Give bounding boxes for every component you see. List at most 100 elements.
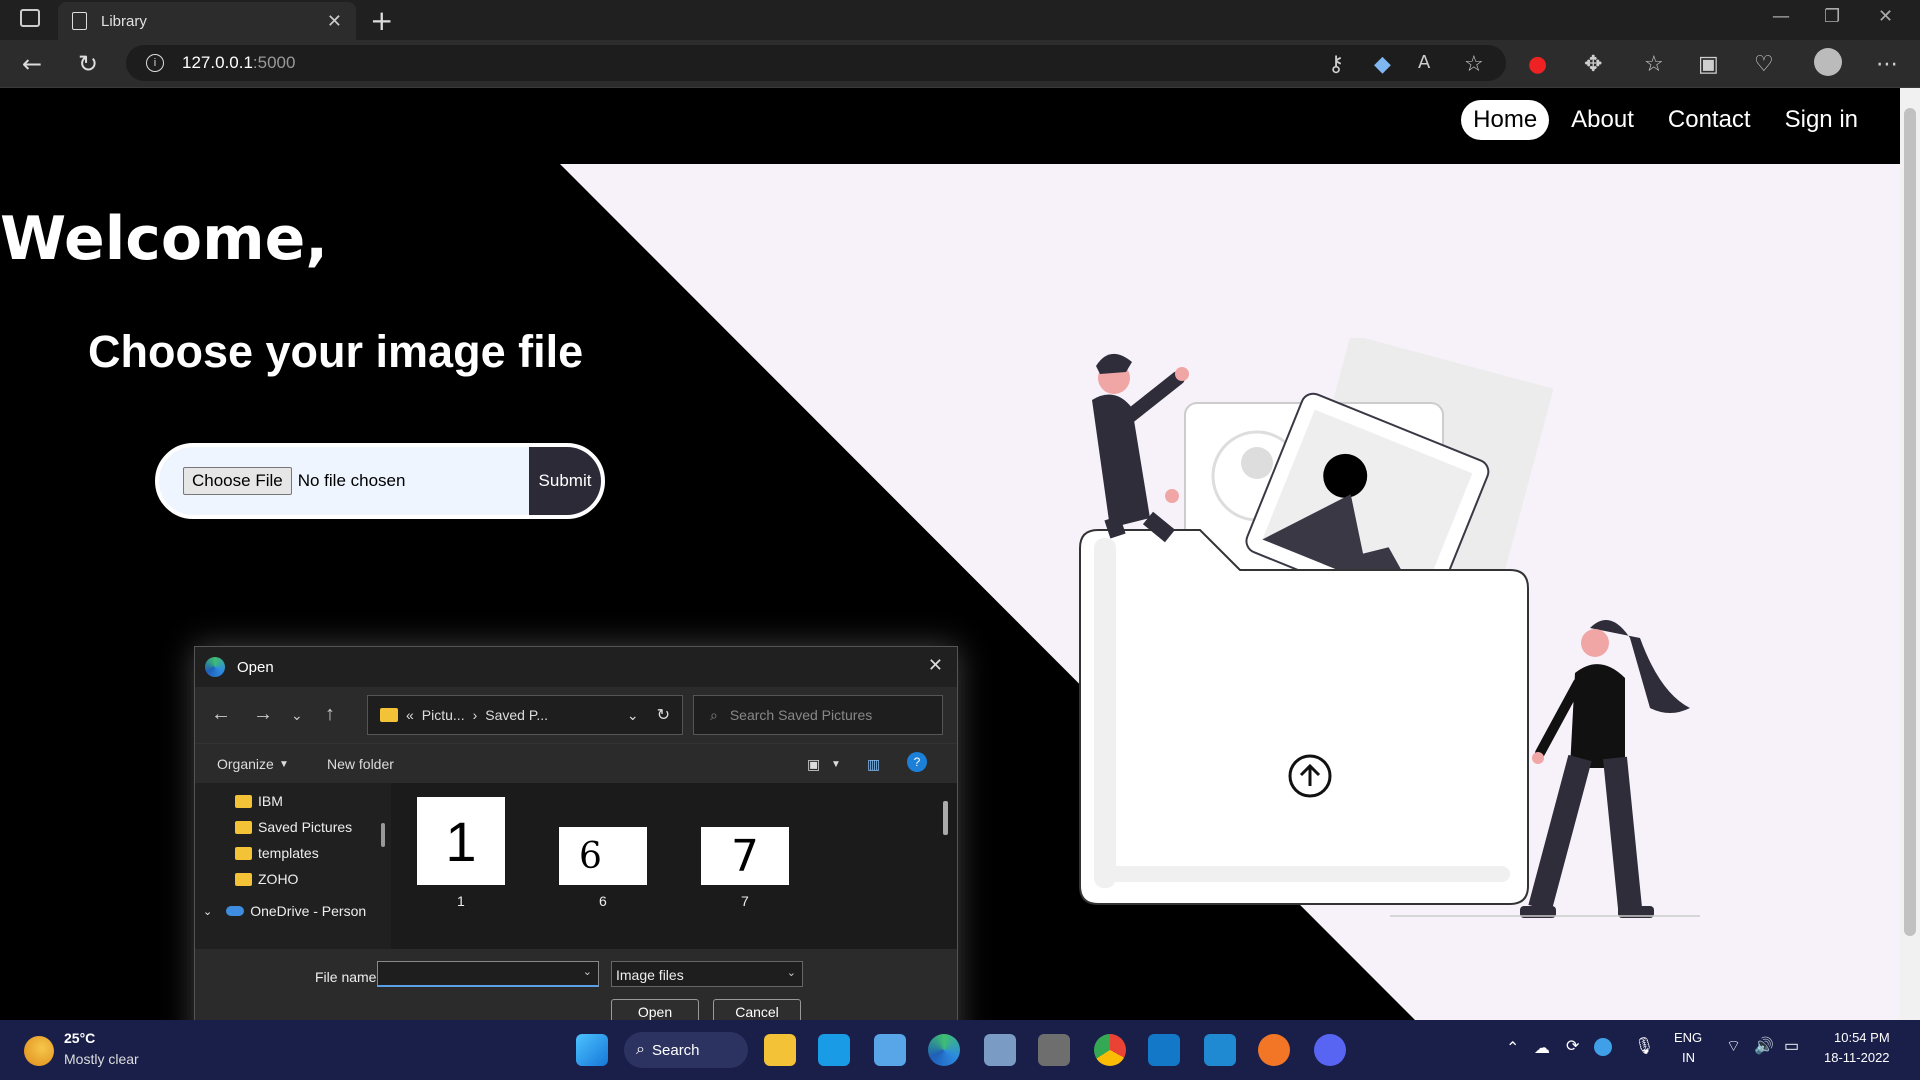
edge-icon[interactable] — [928, 1034, 960, 1066]
top-nav: Home About Contact Sign in — [1461, 100, 1870, 140]
nav-about[interactable]: About — [1559, 100, 1646, 140]
calculator-icon[interactable] — [1038, 1034, 1070, 1066]
volume-icon[interactable]: 🔊 — [1754, 1036, 1774, 1056]
browser-tab-bar: Library ✕ + — ❐ ✕ — [0, 0, 1920, 40]
expand-chevron-icon[interactable]: ⌄ — [203, 905, 212, 918]
language-region[interactable]: IN — [1682, 1050, 1695, 1065]
file-explorer-icon[interactable] — [764, 1034, 796, 1066]
info-icon[interactable]: i — [146, 54, 164, 72]
onedrive-tray-icon[interactable]: ☁ — [1534, 1038, 1550, 1058]
sync-icon[interactable]: ⟳ — [1566, 1036, 1579, 1056]
start-icon[interactable] — [576, 1034, 608, 1066]
nav-contact[interactable]: Contact — [1656, 100, 1763, 140]
sidebar-item-templates[interactable]: templates — [235, 845, 319, 861]
back-icon[interactable]: ← — [22, 50, 42, 78]
taskbar-search-label: Search — [652, 1041, 700, 1059]
url-field[interactable]: i 127.0.0.1:5000 — [126, 45, 1506, 81]
nav-home[interactable]: Home — [1461, 100, 1550, 140]
sidebar-item-onedrive[interactable]: ⌄ OneDrive - Person — [203, 903, 366, 919]
file-name-input[interactable]: ⌄ — [377, 961, 599, 987]
preview-pane-icon[interactable]: ▥ — [867, 756, 880, 773]
taskbar-search[interactable]: ⌕ Search — [624, 1032, 748, 1068]
remote-desktop-icon[interactable] — [1148, 1034, 1180, 1066]
page-scrollbar-thumb[interactable] — [1904, 108, 1916, 936]
organize-menu[interactable]: Organize — [217, 756, 274, 772]
l-app-icon[interactable] — [818, 1034, 850, 1066]
weather-temp[interactable]: 25°C — [64, 1030, 95, 1046]
path-breadcrumb[interactable]: « Pictu... › Saved P... ⌄ ↻ — [367, 695, 683, 735]
microphone-icon[interactable]: 🎙 — [1634, 1036, 1654, 1056]
sidebar-label: ZOHO — [258, 871, 299, 887]
new-folder-button[interactable]: New folder — [327, 756, 394, 772]
sidebar-label: templates — [258, 845, 319, 861]
menu-icon[interactable]: ⋯ — [1876, 52, 1898, 77]
chevron-down-icon[interactable]: ⌄ — [583, 965, 592, 978]
breadcrumb-current[interactable]: Saved P... — [485, 707, 548, 723]
sidebar-item-zoho[interactable]: ZOHO — [235, 871, 298, 887]
browser-tab[interactable]: Library ✕ — [58, 2, 356, 40]
nav-sign-in[interactable]: Sign in — [1773, 100, 1870, 140]
discord-icon[interactable] — [1314, 1034, 1346, 1066]
file-thumbnail[interactable]: 7 — [701, 827, 789, 885]
tag-icon[interactable]: ◆ — [1374, 52, 1391, 77]
performance-icon[interactable]: ♡ — [1754, 52, 1774, 77]
breadcrumb-parent[interactable]: Pictu... — [422, 707, 465, 723]
extensions-icon[interactable]: ✥ — [1584, 52, 1602, 77]
dialog-refresh-icon[interactable]: ↻ — [657, 705, 670, 725]
weather-moon-icon[interactable] — [24, 1036, 54, 1066]
sidebar-scrollbar[interactable] — [381, 823, 385, 847]
minimize-icon[interactable]: — — [1772, 6, 1790, 27]
key-icon[interactable]: ⚷ — [1328, 52, 1344, 77]
chevron-down-icon[interactable]: ⌄ — [627, 707, 639, 724]
file-label: 7 — [741, 893, 749, 909]
sidebar-item-ibm[interactable]: IBM — [235, 793, 283, 809]
image-viewer-icon[interactable] — [984, 1034, 1016, 1066]
jupyter-icon[interactable] — [1258, 1034, 1290, 1066]
read-aloud-icon[interactable]: A — [1418, 52, 1430, 73]
show-hidden-icons-icon[interactable]: ⌃ — [1506, 1038, 1519, 1058]
clock-app-icon[interactable] — [1594, 1038, 1612, 1056]
refresh-icon[interactable]: ↻ — [78, 50, 98, 78]
recent-locations-icon[interactable]: ⌄ — [291, 707, 303, 724]
file-type-select[interactable]: Image files ⌄ — [611, 961, 803, 987]
cancel-button[interactable]: Cancel — [713, 999, 801, 1020]
open-button[interactable]: Open — [611, 999, 699, 1020]
dialog-close-icon[interactable]: ✕ — [928, 655, 943, 676]
dialog-back-icon[interactable]: ← — [211, 703, 231, 726]
wifi-icon[interactable]: ⌔ — [1726, 1036, 1741, 1056]
file-grid-scrollbar[interactable] — [943, 801, 948, 835]
language-code[interactable]: ENG — [1674, 1030, 1702, 1045]
sidebar-item-saved-pictures[interactable]: Saved Pictures — [235, 819, 352, 835]
new-tab-icon[interactable]: + — [370, 4, 393, 37]
clock-date[interactable]: 18-11-2022 — [1824, 1050, 1890, 1065]
file-label: 6 — [599, 893, 607, 909]
battery-icon[interactable]: ▭ — [1784, 1036, 1799, 1056]
clock-time[interactable]: 10:54 PM — [1834, 1030, 1890, 1045]
chevron-down-icon: ⌄ — [786, 967, 796, 979]
collections-icon[interactable]: ▣ — [1698, 52, 1719, 77]
view-chevron-icon[interactable]: ▼ — [831, 759, 841, 770]
close-tab-icon[interactable]: ✕ — [327, 11, 342, 32]
chrome-icon[interactable] — [1094, 1034, 1126, 1066]
file-thumbnail[interactable]: 1 — [417, 797, 505, 885]
weather-condition[interactable]: Mostly clear — [64, 1051, 139, 1067]
close-window-icon[interactable]: ✕ — [1878, 6, 1893, 27]
organize-chevron-icon[interactable]: ▼ — [279, 759, 289, 770]
view-options-icon[interactable]: ▣ — [807, 756, 820, 773]
submit-button[interactable]: Submit — [529, 447, 601, 515]
restore-icon[interactable]: ❐ — [1824, 6, 1840, 27]
choose-file-button[interactable]: Choose File — [183, 467, 292, 495]
file-thumbnail[interactable]: 6 — [559, 827, 647, 885]
dialog-nav-bar: ← → ⌄ ↑ « Pictu... › Saved P... ⌄ ↻ ⌕ Se… — [195, 687, 957, 743]
vscode-icon[interactable] — [1204, 1034, 1236, 1066]
up-folder-icon[interactable]: ↑ — [325, 703, 335, 726]
dialog-search-field[interactable]: ⌕ Search Saved Pictures — [693, 695, 943, 735]
help-icon[interactable]: ? — [907, 752, 927, 772]
dialog-forward-icon[interactable]: → — [253, 703, 273, 726]
profile-avatar-icon[interactable] — [1814, 48, 1842, 76]
favorites-icon[interactable]: ☆ — [1644, 52, 1664, 77]
extension-shield-icon[interactable]: ● — [1528, 52, 1547, 77]
photos-icon[interactable] — [874, 1034, 906, 1066]
add-favorite-icon[interactable]: ☆ — [1464, 52, 1484, 77]
tab-actions-icon[interactable] — [20, 9, 40, 27]
